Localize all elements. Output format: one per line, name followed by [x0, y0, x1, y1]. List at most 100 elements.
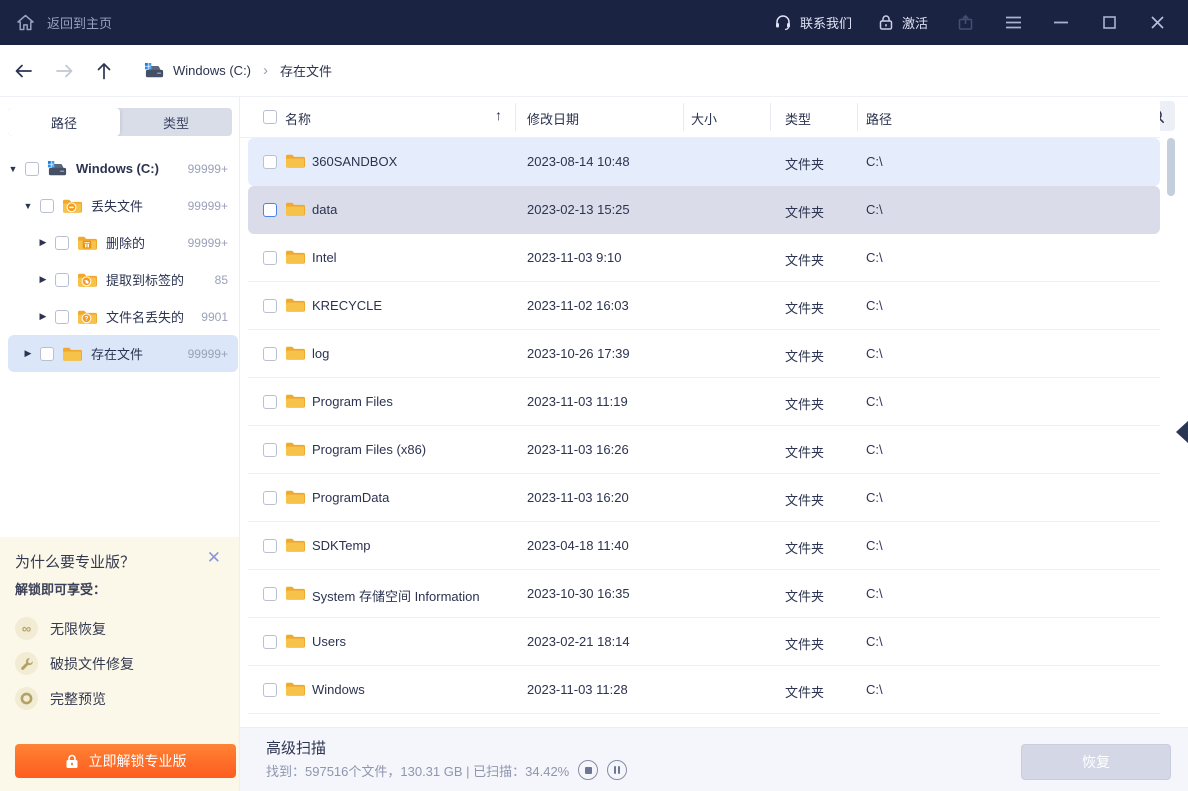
chevron-right-icon[interactable]: ▶ — [38, 311, 48, 322]
file-name: System 存储空间 Information — [312, 586, 480, 605]
row-checkbox[interactable] — [263, 155, 277, 169]
tree-checkbox[interactable] — [40, 347, 54, 361]
breadcrumb-drive[interactable]: Windows (C:) — [173, 63, 251, 78]
file-date: 2023-10-30 16:35 — [527, 586, 630, 601]
maximize-button[interactable] — [1098, 12, 1120, 34]
tree-node[interactable]: ▶存在文件99999+ — [8, 335, 238, 372]
column-header-path[interactable]: 路径 — [866, 109, 892, 128]
tree-node[interactable]: ▶提取到标签的85 — [0, 261, 240, 298]
nav-forward-button[interactable] — [55, 63, 74, 79]
row-checkbox[interactable] — [263, 251, 277, 265]
row-checkbox[interactable] — [263, 347, 277, 361]
column-header-date[interactable]: 修改日期 — [527, 109, 579, 128]
column-header-name[interactable]: 名称 — [285, 109, 311, 128]
folder-icon — [285, 441, 305, 458]
drive-icon — [144, 62, 165, 79]
tree-checkbox[interactable] — [55, 273, 69, 287]
chevron-right-icon[interactable]: ▶ — [23, 348, 33, 359]
folder-icon — [285, 201, 305, 218]
breadcrumb-separator: › — [259, 62, 272, 79]
folder-tag-icon — [77, 271, 98, 288]
stop-scan-button[interactable] — [578, 760, 598, 780]
titlebar: 返回到主页 联系我们 激活 — [0, 0, 1188, 45]
contact-us-button[interactable]: 联系我们 — [774, 13, 852, 32]
table-row[interactable]: System 存储空间 Information2023-10-30 16:35文… — [248, 570, 1160, 618]
tab-path[interactable]: 路径 — [8, 108, 120, 136]
tree-checkbox[interactable] — [25, 162, 39, 176]
file-date: 2023-11-02 16:03 — [527, 298, 629, 313]
table-row[interactable]: Windows2023-11-03 11:28文件夹C:\ — [248, 666, 1160, 714]
table-row[interactable]: SDKTemp2023-04-18 11:40文件夹C:\ — [248, 522, 1160, 570]
tree-checkbox[interactable] — [55, 236, 69, 250]
table-row[interactable]: data2023-02-13 15:25文件夹C:\ — [248, 186, 1160, 234]
file-type: 文件夹 — [785, 682, 824, 701]
table-row[interactable]: Program Files2023-11-03 11:19文件夹C:\ — [248, 378, 1160, 426]
table-row[interactable]: 360SANDBOX2023-08-14 10:48文件夹C:\ — [248, 138, 1160, 186]
table-row[interactable]: log2023-10-26 17:39文件夹C:\ — [248, 330, 1160, 378]
recover-button[interactable]: 恢复 — [1021, 744, 1171, 780]
lock-icon — [878, 14, 894, 31]
chevron-right-icon[interactable]: ▶ — [38, 274, 48, 285]
tree-node[interactable]: ▼Windows (C:)99999+ — [0, 150, 240, 187]
row-checkbox[interactable] — [263, 203, 277, 217]
file-date: 2023-02-21 18:14 — [527, 634, 630, 649]
pause-icon — [614, 766, 621, 774]
promo-subtitle: 解锁即可享受： — [15, 579, 106, 598]
tree-node-label: 提取到标签的 — [106, 270, 184, 289]
nav-up-button[interactable] — [96, 62, 112, 80]
chevron-down-icon[interactable]: ▼ — [8, 164, 18, 174]
menu-button[interactable] — [1002, 12, 1024, 34]
file-type: 文件夹 — [785, 490, 824, 509]
file-type: 文件夹 — [785, 394, 824, 413]
table-row[interactable]: Program Files (x86)2023-11-03 16:26文件夹C:… — [248, 426, 1160, 474]
tree-node-label: 删除的 — [106, 233, 145, 252]
collapse-panel-arrow-icon[interactable] — [1176, 421, 1188, 443]
table-row[interactable]: KRECYCLE2023-11-02 16:03文件夹C:\ — [248, 282, 1160, 330]
folder-icon — [285, 537, 305, 554]
unlock-pro-button[interactable]: 立即解锁专业版 — [15, 744, 236, 778]
file-type: 文件夹 — [785, 346, 824, 365]
tree-node[interactable]: ▶?文件名丢失的9901 — [0, 298, 240, 335]
minimize-button[interactable] — [1050, 12, 1072, 34]
folder-trash-icon — [77, 234, 98, 251]
promo-feature-label: 无限恢复 — [50, 619, 106, 639]
tree-node[interactable]: ▶删除的99999+ — [0, 224, 240, 261]
tree-checkbox[interactable] — [40, 199, 54, 213]
row-checkbox[interactable] — [263, 491, 277, 505]
vertical-scrollbar[interactable] — [1167, 138, 1175, 196]
column-header-size[interactable]: 大小 — [691, 109, 717, 128]
headset-icon — [774, 14, 792, 31]
tab-type[interactable]: 类型 — [120, 108, 232, 136]
row-checkbox[interactable] — [263, 635, 277, 649]
row-checkbox[interactable] — [263, 587, 277, 601]
breadcrumb-current[interactable]: 存在文件 — [280, 61, 332, 80]
tree-checkbox[interactable] — [55, 310, 69, 324]
row-checkbox[interactable] — [263, 443, 277, 457]
activate-button[interactable]: 激活 — [878, 13, 928, 32]
nav-back-button[interactable] — [14, 63, 33, 79]
close-button[interactable] — [1146, 12, 1168, 34]
row-checkbox[interactable] — [263, 683, 277, 697]
file-path: C:\ — [866, 634, 883, 649]
file-path: C:\ — [866, 442, 883, 457]
column-header-type[interactable]: 类型 — [785, 109, 811, 128]
row-checkbox[interactable] — [263, 299, 277, 313]
file-path: C:\ — [866, 250, 883, 265]
folder-icon — [285, 153, 305, 170]
tree-node[interactable]: ▼丢失文件99999+ — [0, 187, 240, 224]
row-checkbox[interactable] — [263, 539, 277, 553]
chevron-down-icon[interactable]: ▼ — [23, 201, 33, 211]
chevron-right-icon[interactable]: ▶ — [38, 237, 48, 248]
file-name: log — [312, 346, 329, 361]
select-all-checkbox[interactable] — [263, 110, 277, 124]
sort-ascending-icon[interactable]: ↑ — [495, 107, 502, 123]
toolbar: Windows (C:) › 存在文件 筛选 详细信息 — [0, 45, 1188, 97]
pause-scan-button[interactable] — [607, 760, 627, 780]
table-row[interactable]: Users2023-02-21 18:14文件夹C:\ — [248, 618, 1160, 666]
row-checkbox[interactable] — [263, 395, 277, 409]
table-row[interactable]: Intel2023-11-03 9:10文件夹C:\ — [248, 234, 1160, 282]
promo-close-icon[interactable]: ✕ — [207, 549, 221, 566]
share-button[interactable] — [954, 12, 976, 34]
back-to-home-button[interactable]: 返回到主页 — [0, 13, 112, 32]
table-row[interactable]: ProgramData2023-11-03 16:20文件夹C:\ — [248, 474, 1160, 522]
